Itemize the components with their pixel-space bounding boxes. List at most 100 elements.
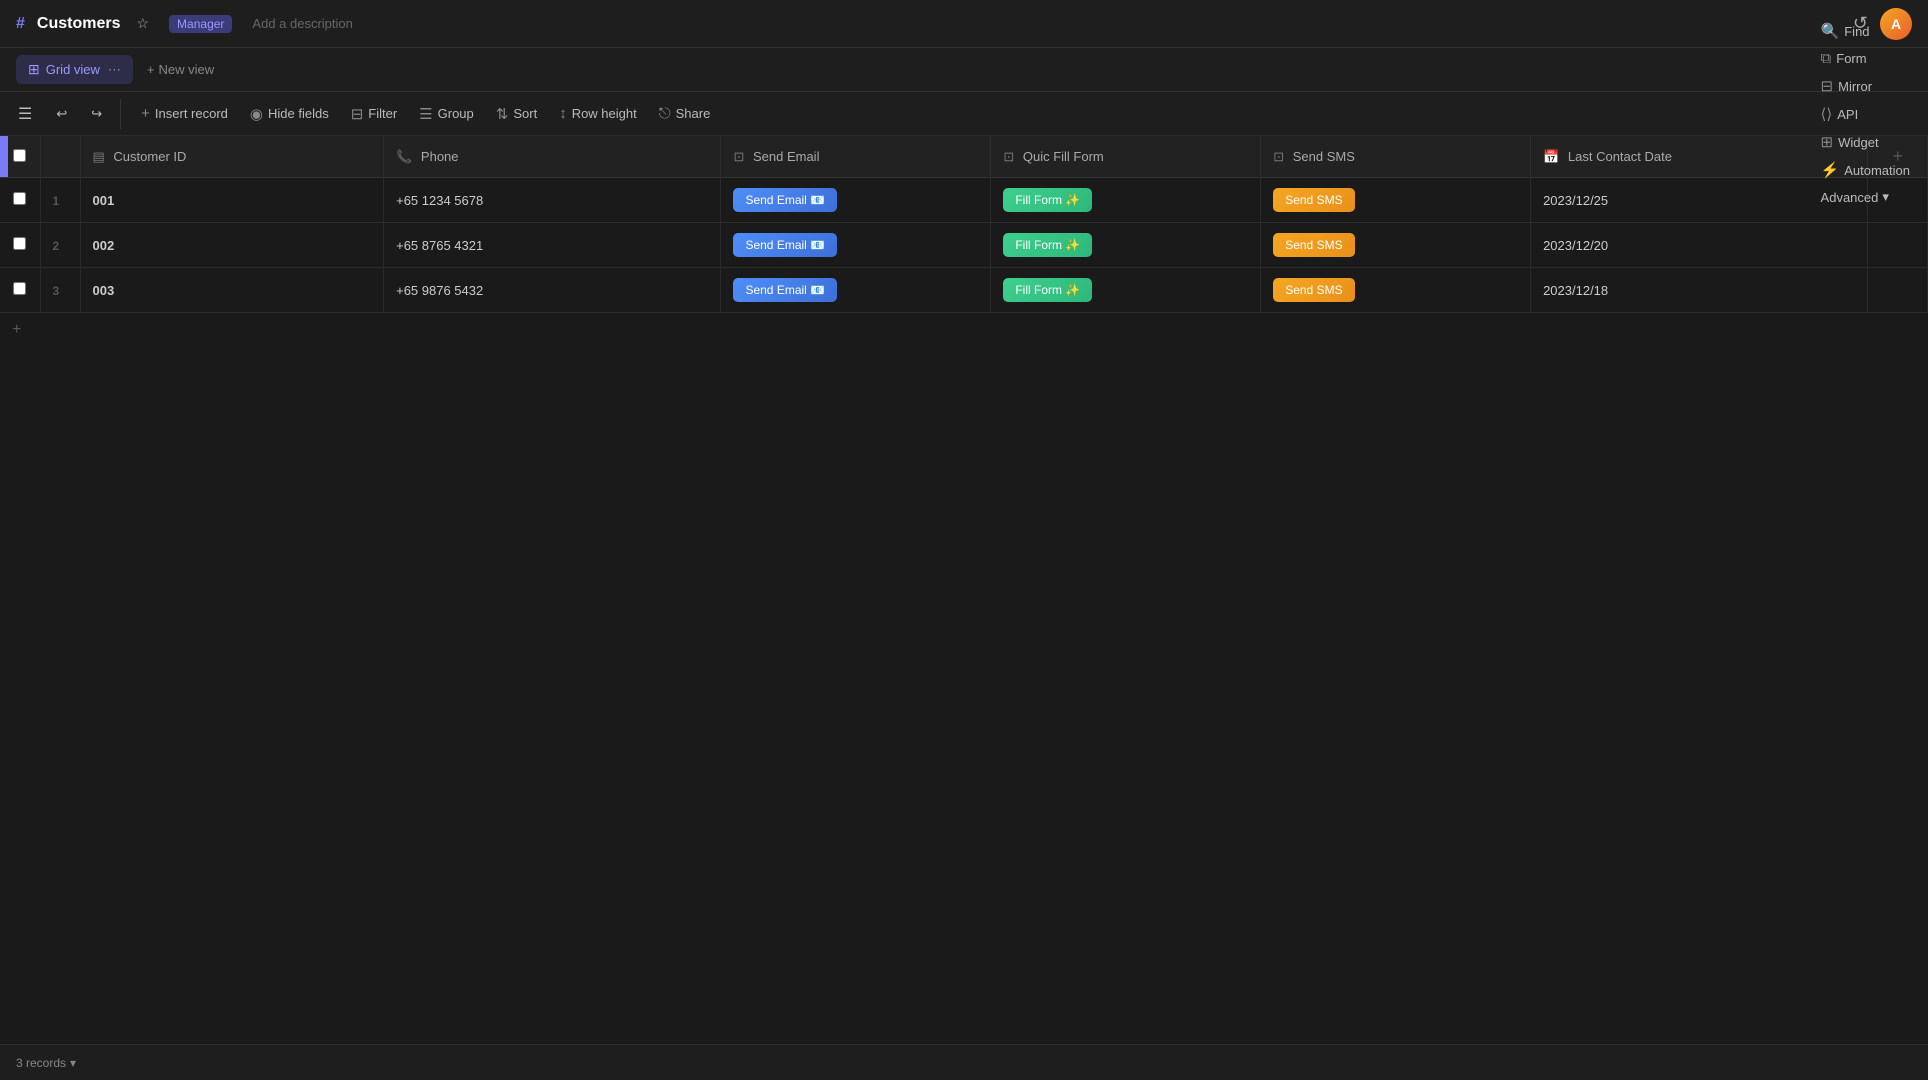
nav-forward-btn[interactable]: ↪ xyxy=(81,101,112,127)
records-count-dropdown-icon: ▾ xyxy=(70,1056,76,1070)
phone-col-icon: 📞 xyxy=(396,149,412,164)
row-height-button[interactable]: ↕ Row height xyxy=(549,100,647,127)
send-sms-col-icon: ⊡ xyxy=(1273,149,1284,164)
send-email-cell[interactable]: Send Email 📧 xyxy=(721,178,991,223)
send-sms-button[interactable]: Send SMS xyxy=(1273,278,1354,302)
share-label: Share xyxy=(676,106,711,121)
mirror-icon: ⊟ xyxy=(1821,77,1834,95)
share-icon: ⎋ xyxy=(659,105,671,122)
group-button[interactable]: ☰ Group xyxy=(409,100,484,128)
app-icon: # xyxy=(16,15,25,33)
hide-fields-icon: ◉ xyxy=(250,105,263,123)
row-height-label: Row height xyxy=(572,106,637,121)
fill-form-button[interactable]: Fill Form ✨ xyxy=(1003,188,1092,212)
send-email-button[interactable]: Send Email 📧 xyxy=(733,233,837,257)
filter-button[interactable]: ⊟ Filter xyxy=(341,100,407,128)
last-contact-value: 2023/12/25 xyxy=(1543,193,1608,208)
extra-cell xyxy=(1868,223,1928,268)
send-email-button[interactable]: Send Email 📧 xyxy=(733,188,837,212)
new-view-button[interactable]: + New view xyxy=(137,56,224,83)
phone-cell: +65 9876 5432 xyxy=(384,268,721,313)
row-number-cell: 3 xyxy=(40,268,80,313)
toolbar-nav: ☰ ↩ ↪ xyxy=(8,99,121,129)
row-checkbox-cell[interactable] xyxy=(0,223,40,268)
send-email-button[interactable]: Send Email 📧 xyxy=(733,278,837,302)
col-header-phone[interactable]: 📞 Phone xyxy=(384,136,721,178)
fill-form-cell[interactable]: Fill Form ✨ xyxy=(991,268,1261,313)
row-checkbox[interactable] xyxy=(13,192,26,205)
records-count[interactable]: 3 records ▾ xyxy=(16,1056,76,1070)
row-checkbox[interactable] xyxy=(13,282,26,295)
add-row-button[interactable]: + xyxy=(0,313,1928,347)
api-label: API xyxy=(1837,107,1858,122)
filter-icon: ⊟ xyxy=(351,105,364,123)
add-column-icon[interactable]: + xyxy=(1880,146,1915,166)
table-title: Customers xyxy=(37,15,121,33)
customer-id-cell: 003 xyxy=(80,268,384,313)
send-email-cell[interactable]: Send Email 📧 xyxy=(721,223,991,268)
phone-cell: +65 1234 5678 xyxy=(384,178,721,223)
form-button[interactable]: ⧉ Form xyxy=(1811,45,1877,72)
last-contact-value: 2023/12/20 xyxy=(1543,238,1608,253)
mirror-button[interactable]: ⊟ Mirror xyxy=(1811,72,1883,100)
toolbar: ☰ ↩ ↪ + Insert record ◉ Hide fields ⊟ Fi… xyxy=(0,92,1928,136)
send-sms-cell[interactable]: Send SMS xyxy=(1261,223,1531,268)
fill-form-cell[interactable]: Fill Form ✨ xyxy=(991,223,1261,268)
fill-form-cell[interactable]: Fill Form ✨ xyxy=(991,178,1261,223)
share-button[interactable]: ⎋ Share xyxy=(649,100,721,127)
send-sms-button[interactable]: Send SMS xyxy=(1273,188,1354,212)
customer-id-value: 001 xyxy=(93,193,115,208)
col-header-customer-id[interactable]: ▤ Customer ID xyxy=(80,136,384,178)
checkbox-header[interactable] xyxy=(0,136,40,178)
send-sms-cell[interactable]: Send SMS xyxy=(1261,268,1531,313)
sort-button[interactable]: ⇅ Sort xyxy=(486,100,547,128)
advanced-label: Advanced xyxy=(1821,190,1879,205)
grid-view-tab[interactable]: ⊞ Grid view ⋯ xyxy=(16,55,133,84)
form-label: Form xyxy=(1836,51,1866,66)
star-icon[interactable]: ☆ xyxy=(136,15,149,32)
send-email-cell[interactable]: Send Email 📧 xyxy=(721,268,991,313)
row-checkbox-cell[interactable] xyxy=(0,178,40,223)
api-button[interactable]: ⟨⟩ API xyxy=(1811,100,1869,128)
row-checkbox-cell[interactable] xyxy=(0,268,40,313)
add-description[interactable]: Add a description xyxy=(252,16,352,31)
col-header-fill-form[interactable]: ⊡ Quic Fill Form xyxy=(991,136,1261,178)
add-column-header[interactable]: + xyxy=(1868,136,1928,178)
send-sms-button[interactable]: Send SMS xyxy=(1273,233,1354,257)
customer-id-col-icon: ▤ xyxy=(93,149,105,164)
row-number: 1 xyxy=(53,194,60,208)
tab-options-icon[interactable]: ⋯ xyxy=(108,62,121,78)
nav-collapse-btn[interactable]: ☰ xyxy=(8,99,42,129)
send-sms-col-label: Send SMS xyxy=(1293,149,1355,164)
hide-fields-button[interactable]: ◉ Hide fields xyxy=(240,100,339,128)
send-email-col-label: Send Email xyxy=(753,149,819,164)
sort-icon: ⇅ xyxy=(496,105,509,123)
send-email-col-icon: ⊡ xyxy=(733,149,744,164)
advanced-button[interactable]: Advanced ▾ xyxy=(1811,184,1920,210)
insert-record-button[interactable]: + Insert record xyxy=(131,100,238,127)
col-header-send-sms[interactable]: ⊡ Send SMS xyxy=(1261,136,1531,178)
find-button[interactable]: 🔍 Find xyxy=(1811,17,1880,45)
drag-handle xyxy=(0,136,8,177)
send-sms-cell[interactable]: Send SMS xyxy=(1261,178,1531,223)
grid-view-label: Grid view xyxy=(46,62,100,77)
fill-form-button[interactable]: Fill Form ✨ xyxy=(1003,278,1092,302)
table-header-row: ▤ Customer ID 📞 Phone ⊡ Send Email ⊡ Qui… xyxy=(0,136,1928,178)
group-icon: ☰ xyxy=(419,105,432,123)
select-all-checkbox[interactable] xyxy=(13,149,26,162)
col-header-send-email[interactable]: ⊡ Send Email xyxy=(721,136,991,178)
view-tabs: ⊞ Grid view ⋯ + New view xyxy=(0,48,1928,92)
phone-col-label: Phone xyxy=(421,149,459,164)
phone-value: +65 9876 5432 xyxy=(396,283,483,298)
find-label: Find xyxy=(1844,24,1869,39)
last-contact-cell: 2023/12/20 xyxy=(1531,223,1868,268)
phone-value: +65 1234 5678 xyxy=(396,193,483,208)
find-icon: 🔍 xyxy=(1821,22,1840,40)
table-row: 3 003 +65 9876 5432 Send Email 📧 Fill Fo… xyxy=(0,268,1928,313)
fill-form-button[interactable]: Fill Form ✨ xyxy=(1003,233,1092,257)
nav-back-btn[interactable]: ↩ xyxy=(46,101,77,127)
col-header-last-contact[interactable]: 📅 Last Contact Date xyxy=(1531,136,1868,178)
mirror-label: Mirror xyxy=(1838,79,1872,94)
row-checkbox[interactable] xyxy=(13,237,26,250)
phone-value: +65 8765 4321 xyxy=(396,238,483,253)
